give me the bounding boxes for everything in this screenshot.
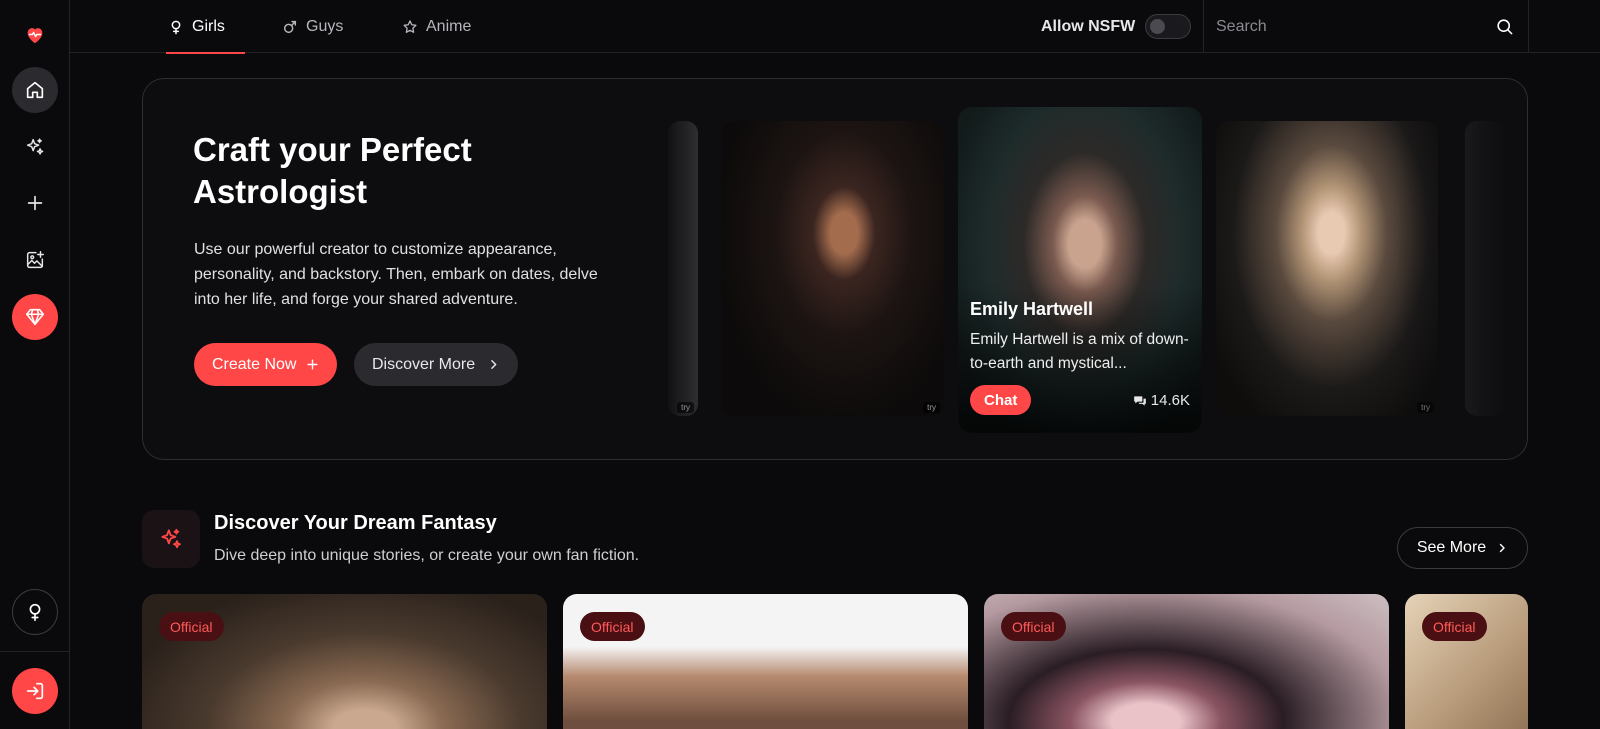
- see-more-label: See More: [1416, 539, 1487, 556]
- section-icon: [142, 510, 200, 568]
- hero-title: Craft your Perfect Astrologist: [193, 131, 472, 210]
- create-now-label: Create Now: [212, 355, 297, 373]
- watermark: try: [923, 402, 940, 413]
- story-card[interactable]: Official: [563, 594, 968, 729]
- official-badge: Official: [580, 612, 645, 641]
- tab-girls[interactable]: Girls: [166, 0, 245, 54]
- nsfw-label: Allow NSFW: [1041, 17, 1136, 35]
- chevron-right-icon: [1499, 543, 1505, 553]
- watermark: try: [677, 402, 694, 413]
- tab-label: Anime: [426, 17, 472, 35]
- story-card[interactable]: Official: [984, 594, 1389, 729]
- hero-description: Use our powerful creator to customize ap…: [194, 241, 598, 308]
- top-nav: Girls Guys Anime Allow NSFW: [70, 0, 1600, 54]
- search-input[interactable]: [1204, 17, 1474, 36]
- nsfw-toggle[interactable]: [1145, 14, 1192, 39]
- create-now-button[interactable]: Create Now: [194, 343, 338, 386]
- official-badge: Official: [1422, 612, 1487, 641]
- hero-banner: Craft your Perfect Astrologist Use our p…: [142, 78, 1528, 460]
- carousel-card[interactable]: try: [668, 121, 698, 416]
- tab-guys[interactable]: Guys: [282, 0, 343, 53]
- tab-label: Girls: [192, 17, 225, 35]
- female-icon: [171, 20, 181, 34]
- image-add-icon[interactable]: [12, 237, 58, 283]
- official-badge: Official: [159, 612, 224, 641]
- section-title: Discover Your Dream Fantasy: [214, 512, 497, 534]
- sidebar-divider: [0, 651, 70, 652]
- chat-count: 14.6K: [1133, 392, 1190, 409]
- app: Girls Guys Anime Allow NSFW Craft your P…: [0, 0, 1600, 729]
- nsfw-setting: Allow NSFW: [1041, 0, 1192, 53]
- plus-icon[interactable]: [12, 180, 58, 226]
- chat-bubbles-icon: [1133, 395, 1146, 406]
- tab-anime[interactable]: Anime: [402, 0, 471, 53]
- chevron-right-icon: [491, 360, 497, 369]
- search-bar: [1203, 0, 1529, 53]
- heart-pulse-logo-icon[interactable]: [12, 12, 58, 58]
- chat-button[interactable]: Chat: [970, 385, 1032, 415]
- see-more-button[interactable]: See More: [1397, 527, 1528, 569]
- gem-icon[interactable]: [12, 294, 58, 340]
- sidebar: [0, 0, 70, 729]
- chat-count-value: 14.6K: [1150, 392, 1190, 409]
- female-icon[interactable]: [12, 589, 58, 635]
- sparkles-icon[interactable]: [12, 124, 58, 170]
- character-name: Emily Hartwell: [970, 299, 1094, 319]
- plus-icon: [307, 359, 319, 370]
- story-card[interactable]: Official: [142, 594, 547, 729]
- official-badge: Official: [1001, 612, 1066, 641]
- sparkles-icon: [161, 528, 181, 549]
- carousel-card[interactable]: try: [722, 121, 944, 416]
- carousel-fade: [1397, 79, 1527, 459]
- discover-more-label: Discover More: [372, 355, 476, 373]
- tab-label: Guys: [306, 17, 344, 35]
- star-icon: [403, 19, 417, 33]
- section-subtitle: Dive deep into unique stories, or create…: [214, 547, 640, 564]
- home-icon[interactable]: [12, 67, 58, 113]
- discover-more-button[interactable]: Discover More: [354, 343, 519, 386]
- male-icon: [283, 20, 297, 33]
- carousel-card-featured[interactable]: Emily Hartwell Emily Hartwell is a mix o…: [958, 107, 1202, 433]
- story-card[interactable]: Official: [1405, 594, 1528, 729]
- character-description: Emily Hartwell is a mix of down-to-earth…: [970, 331, 1189, 372]
- logout-icon[interactable]: [12, 668, 58, 714]
- search-icon[interactable]: [1495, 17, 1514, 36]
